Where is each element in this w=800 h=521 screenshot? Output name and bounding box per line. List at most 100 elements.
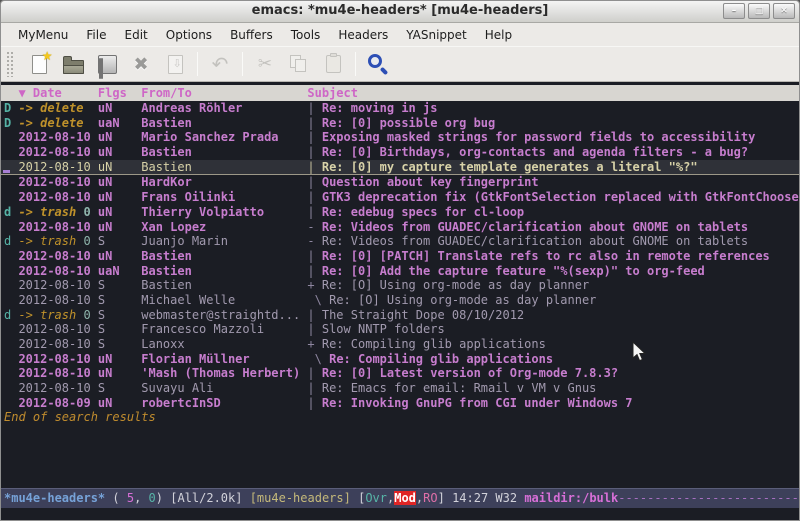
thread-indicator: + [307,278,321,292]
subject-cell: Re: moving in js [322,101,438,115]
message-row[interactable]: 2012-08-09uNrobertcInSD| Re: Invoking Gn… [1,396,799,411]
message-row[interactable]: 2012-08-10uaNBastien| Re: [0] Add the ca… [1,264,799,279]
flags-cell: S [98,322,141,337]
new-file-button[interactable]: ★ [22,49,56,79]
toolbar-grip-handle[interactable] [6,51,15,77]
thread-indicator: | [307,249,321,263]
mark-char: D [4,101,18,116]
from-cell: Florian Müllner [141,352,307,367]
message-row[interactable]: 2012-08-10SFrancesco Mazzoli| Slow NNTP … [1,322,799,337]
message-row[interactable]: 2012-08-10uNMario Sanchez Prada| Exposin… [1,130,799,145]
undo-icon: ↶ [212,54,229,74]
maximize-icon[interactable]: □ [748,3,770,19]
message-row[interactable]: d-> trash 0Swebmaster@straightd...| The … [1,308,799,323]
subject-cell: Slow NNTP folders [322,322,445,336]
toolbar-separator [242,52,243,76]
subject-cell: Re: Videos from GUADEC/clarification abo… [322,220,748,234]
message-row[interactable]: 2012-08-10SLanoxx+ Re: Compiling glib ap… [1,337,799,352]
cut-icon: ✂ [258,54,272,74]
thread-indicator: | [307,101,321,115]
date-text: 2012-08-10 [18,249,90,263]
mark-char [4,145,18,160]
date-text: -> trash [18,205,83,219]
header-subject-col[interactable]: Subject [307,86,358,100]
mark-char [4,396,18,411]
message-row[interactable]: D-> deleteuaNBastien| Re: [0] possible o… [1,116,799,131]
close-icon[interactable]: ✕ [773,3,795,19]
echo-area[interactable] [1,508,799,521]
message-row[interactable]: 2012-08-10uNHardKor| Question about key … [1,175,799,190]
menu-item-help[interactable]: Help [476,26,521,44]
subject-cell: Re: [0] [PATCH] Translate refs to rc als… [322,249,770,263]
thread-indicator: | [307,190,321,204]
menu-item-mymenu[interactable]: MyMenu [9,26,77,44]
paste-button [316,49,350,79]
open-folder-icon [63,60,84,74]
message-row[interactable]: 2012-08-10uNBastien| Re: [0] my capture … [1,160,799,176]
thread-indicator: | [307,145,321,159]
search-button[interactable] [361,49,395,79]
message-row[interactable]: 2012-08-10uNFlorian Müllner \ Re: Compil… [1,352,799,367]
date-text: 2012-08-10 [18,220,90,234]
from-cell: robertcInSD [141,396,307,411]
date-text: 2012-08-10 [18,264,90,278]
menu-item-yasnippet[interactable]: YASnippet [397,26,476,44]
toolbar-separator [197,52,198,76]
from-cell: Juanjo Marin [141,234,307,249]
import-button: ⇩ [158,49,192,79]
menu-item-file[interactable]: File [77,26,115,44]
message-row[interactable]: d-> trash 0SJuanjo Marin- Re: Videos fro… [1,234,799,249]
flags-cell: uN [98,249,141,264]
mark-target: -> trash 0 [18,234,97,249]
message-row[interactable]: 2012-08-10SSuvayu Ali| Re: Emacs for ema… [1,381,799,396]
date-cell: 2012-08-10 [18,160,97,175]
date-cell: 2012-08-10 [18,249,97,264]
menu-item-tools[interactable]: Tools [282,26,330,44]
header-flags-col[interactable]: Flgs [98,85,141,101]
message-row[interactable]: 2012-08-10uNFrans Oilinki| GTK3 deprecat… [1,190,799,205]
message-row[interactable]: 2012-08-10uNXan Lopez- Re: Videos from G… [1,220,799,235]
save-button[interactable] [90,49,124,79]
message-row[interactable]: 2012-08-10SMichael Welle \ Re: [O] Using… [1,293,799,308]
mark-target: -> trash 0 [18,308,97,323]
header-from-col[interactable]: From/To [141,85,307,101]
mark-char [4,278,18,293]
header-line[interactable]: ▼ DateFlgsFrom/ToSubject [1,85,799,101]
subject-cell: Re: Videos from GUADEC/clarification abo… [322,234,748,248]
toolbar-separator [355,52,356,76]
modeline-segment: ] [438,491,452,505]
modeline-segment: [mu4e-headers] [250,491,358,505]
date-text: 2012-08-10 [18,190,90,204]
titlebar[interactable]: emacs: *mu4e-headers* [mu4e-headers] – □… [1,1,799,23]
date-cell: 2012-08-10 [18,337,97,352]
message-row[interactable]: 2012-08-10uN'Mash (Thomas Herbert)| Re: … [1,366,799,381]
modeline[interactable]: *mu4e-headers* ( 5, 0) [All/2.0k] [mu4e-… [1,488,799,508]
flags-cell: uN [98,190,141,205]
toolbar: ★ ✖ ⇩ ↶ ✂ [1,46,799,82]
mark-char: d [4,205,18,220]
minimize-icon[interactable]: – [723,3,745,19]
message-row[interactable]: d-> trash 0uNThierry Volpiatto| Re: edeb… [1,205,799,220]
mark-char [4,381,18,396]
menu-item-headers[interactable]: Headers [329,26,397,44]
mark-char [4,293,18,308]
from-cell: Bastien [141,145,307,160]
menu-item-options[interactable]: Options [157,26,221,44]
delete-button[interactable]: ✖ [124,49,158,79]
date-cell: 2012-08-10 [18,322,97,337]
flags-cell: S [98,234,141,249]
mark-char [4,190,18,205]
message-row[interactable]: 2012-08-10uNBastien| Re: [0] [PATCH] Tra… [1,249,799,264]
message-row[interactable]: 2012-08-10SBastien+ Re: [O] Using org-mo… [1,278,799,293]
subject-cell: GTK3 deprecation fix (GtkFontSelection r… [322,190,799,204]
menu-item-edit[interactable]: Edit [116,26,157,44]
message-row[interactable]: 2012-08-10uNBastien| Re: [0] Birthdays, … [1,145,799,160]
date-cell: 2012-08-10 [18,278,97,293]
from-cell: 'Mash (Thomas Herbert) [141,366,307,381]
header-date-col[interactable]: ▼ Date [18,85,97,101]
open-folder-button[interactable] [56,49,90,79]
modeline-segment: [All/2.0k] [170,491,249,505]
date-text: 2012-08-10 [18,175,90,189]
message-row[interactable]: D-> deleteuNAndreas Röhler| Re: moving i… [1,101,799,116]
menu-item-buffers[interactable]: Buffers [221,26,282,44]
